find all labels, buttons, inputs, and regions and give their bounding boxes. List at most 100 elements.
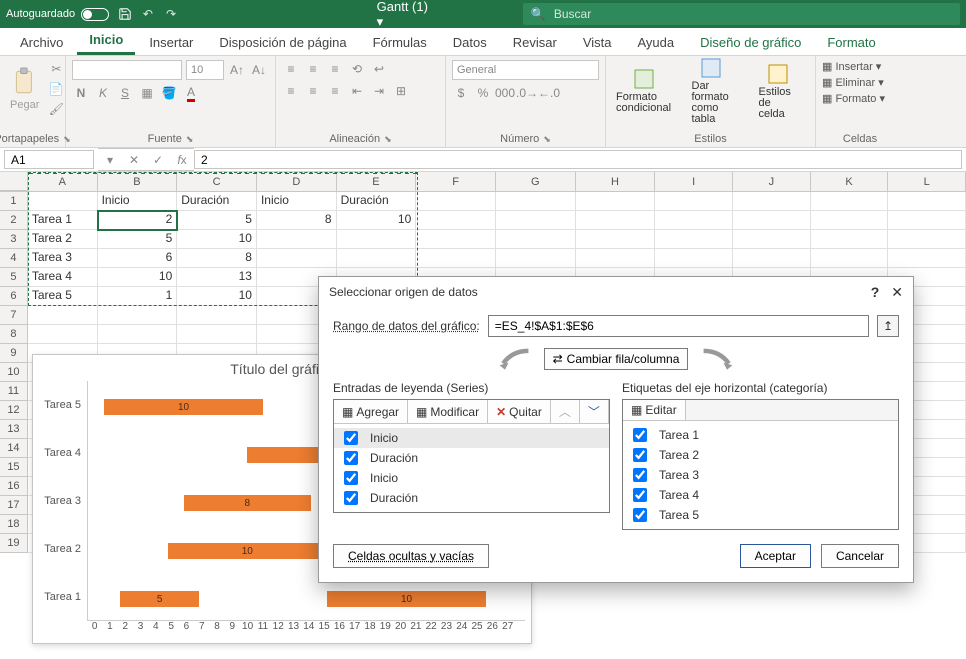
increase-font-icon[interactable]: A↑ — [228, 61, 246, 79]
column-header[interactable]: E — [337, 172, 417, 191]
column-header[interactable]: C — [177, 172, 257, 191]
row-header[interactable]: 13 — [0, 420, 28, 439]
ribbon-tab-insertar[interactable]: Insertar — [137, 30, 205, 55]
bar-row[interactable]: 8 — [88, 495, 311, 511]
edit-categories-button[interactable]: ▦ Editar — [623, 400, 686, 420]
align-middle-icon[interactable]: ≡ — [304, 60, 322, 78]
bold-icon[interactable]: N — [72, 84, 90, 102]
wrap-text-icon[interactable]: ↩ — [370, 60, 388, 78]
category-checkbox[interactable] — [633, 448, 647, 462]
ribbon-tab-fórmulas[interactable]: Fórmulas — [361, 30, 439, 55]
cell[interactable] — [811, 192, 889, 211]
row-header[interactable]: 9 — [0, 344, 28, 363]
increase-decimal-icon[interactable]: .0→ — [518, 84, 536, 102]
category-list-item[interactable]: Tarea 5 — [623, 505, 898, 525]
chart-range-input[interactable] — [488, 315, 869, 337]
ribbon-tab-diseño-de-gráfico[interactable]: Diseño de gráfico — [688, 30, 813, 55]
cell[interactable] — [888, 192, 966, 211]
cell[interactable] — [655, 249, 733, 268]
cell[interactable] — [496, 249, 576, 268]
bar-row[interactable]: 10 — [88, 399, 263, 415]
help-icon[interactable]: ? — [871, 284, 880, 300]
cell[interactable] — [496, 192, 576, 211]
series-checkbox[interactable] — [344, 431, 358, 445]
ribbon-tab-datos[interactable]: Datos — [441, 30, 499, 55]
dialog-launcher-icon[interactable] — [186, 133, 194, 145]
cell[interactable] — [496, 230, 576, 249]
row-header[interactable]: 16 — [0, 477, 28, 496]
cell[interactable] — [416, 249, 496, 268]
ribbon-tab-vista[interactable]: Vista — [571, 30, 624, 55]
cell[interactable] — [576, 211, 656, 230]
cell-styles-button[interactable]: Estilos de celda — [755, 59, 801, 124]
add-series-button[interactable]: ▦ Agregar — [334, 400, 408, 423]
cell[interactable]: Duración — [177, 192, 257, 211]
cell[interactable]: Tarea 5 — [28, 287, 98, 306]
column-header[interactable]: A — [28, 172, 98, 191]
ribbon-tab-ayuda[interactable]: Ayuda — [626, 30, 687, 55]
delete-cells-button[interactable]: ▦ Eliminar ▾ — [822, 76, 898, 89]
insert-cells-button[interactable]: ▦ Insertar ▾ — [822, 60, 898, 73]
cell[interactable] — [888, 249, 966, 268]
cell[interactable]: 10 — [98, 268, 178, 287]
row-header[interactable]: 10 — [0, 363, 28, 382]
cell[interactable] — [257, 249, 337, 268]
row-header[interactable]: 4 — [0, 249, 28, 268]
move-up-button[interactable]: ︿ — [551, 400, 580, 423]
copy-icon[interactable]: 📄 — [47, 80, 65, 98]
underline-icon[interactable]: S — [116, 84, 134, 102]
cell[interactable]: Inicio — [257, 192, 337, 211]
series-checkbox[interactable] — [344, 451, 358, 465]
fill-color-icon[interactable]: 🪣 — [160, 84, 178, 102]
percent-icon[interactable]: % — [474, 84, 492, 102]
cell[interactable]: 2 — [98, 211, 178, 230]
cell[interactable] — [733, 230, 811, 249]
format-painter-icon[interactable]: 🖌 — [47, 100, 65, 118]
cell[interactable]: 5 — [177, 211, 257, 230]
number-format-combo[interactable]: General — [452, 60, 599, 80]
select-all-corner[interactable] — [0, 172, 28, 191]
series-list-item[interactable]: Duración — [334, 488, 609, 508]
cell[interactable]: 5 — [98, 230, 178, 249]
decrease-decimal-icon[interactable]: ←.0 — [540, 84, 558, 102]
cell[interactable] — [257, 230, 337, 249]
close-icon[interactable]: ✕ — [891, 284, 903, 301]
currency-icon[interactable]: $ — [452, 84, 470, 102]
align-bottom-icon[interactable]: ≡ — [326, 60, 344, 78]
name-box[interactable] — [4, 150, 94, 169]
series-checkbox[interactable] — [344, 491, 358, 505]
category-list-item[interactable]: Tarea 2 — [623, 445, 898, 465]
cell[interactable] — [888, 211, 966, 230]
cell[interactable] — [416, 192, 496, 211]
column-header[interactable]: J — [733, 172, 811, 191]
align-center-icon[interactable]: ≡ — [304, 82, 322, 100]
cell[interactable]: 8 — [257, 211, 337, 230]
cell[interactable] — [576, 249, 656, 268]
cell[interactable]: 10 — [337, 211, 417, 230]
switch-row-column-button[interactable]: ⇄Cambiar fila/columna — [544, 348, 689, 370]
cell[interactable]: 10 — [177, 230, 257, 249]
cell[interactable] — [98, 306, 178, 325]
fx-icon[interactable]: fx — [170, 148, 194, 171]
row-header[interactable]: 7 — [0, 306, 28, 325]
namebox-dropdown-icon[interactable]: ▾ — [98, 148, 122, 171]
move-down-button[interactable]: ﹀ — [580, 400, 609, 423]
paste-button[interactable]: Pegar — [6, 63, 43, 115]
cell[interactable]: 8 — [177, 249, 257, 268]
category-list-item[interactable]: Tarea 4 — [623, 485, 898, 505]
hidden-empty-cells-button[interactable]: Celdas ocultas y vacías — [333, 544, 489, 568]
formula-input[interactable] — [194, 150, 962, 169]
ribbon-tab-formato[interactable]: Formato — [815, 30, 887, 55]
cell[interactable] — [576, 230, 656, 249]
series-list-item[interactable]: Inicio — [334, 428, 609, 448]
conditional-format-button[interactable]: Formato condicional — [621, 64, 667, 118]
cell[interactable] — [811, 249, 889, 268]
align-left-icon[interactable]: ≡ — [282, 82, 300, 100]
italic-icon[interactable]: K — [94, 84, 112, 102]
undo-icon[interactable]: ↶ — [140, 6, 155, 22]
cancel-formula-icon[interactable]: ✕ — [122, 148, 146, 171]
cell[interactable] — [98, 325, 178, 344]
bar-row[interactable]: 10 — [88, 543, 327, 559]
category-checkbox[interactable] — [633, 468, 647, 482]
ribbon-tab-inicio[interactable]: Inicio — [77, 27, 135, 55]
